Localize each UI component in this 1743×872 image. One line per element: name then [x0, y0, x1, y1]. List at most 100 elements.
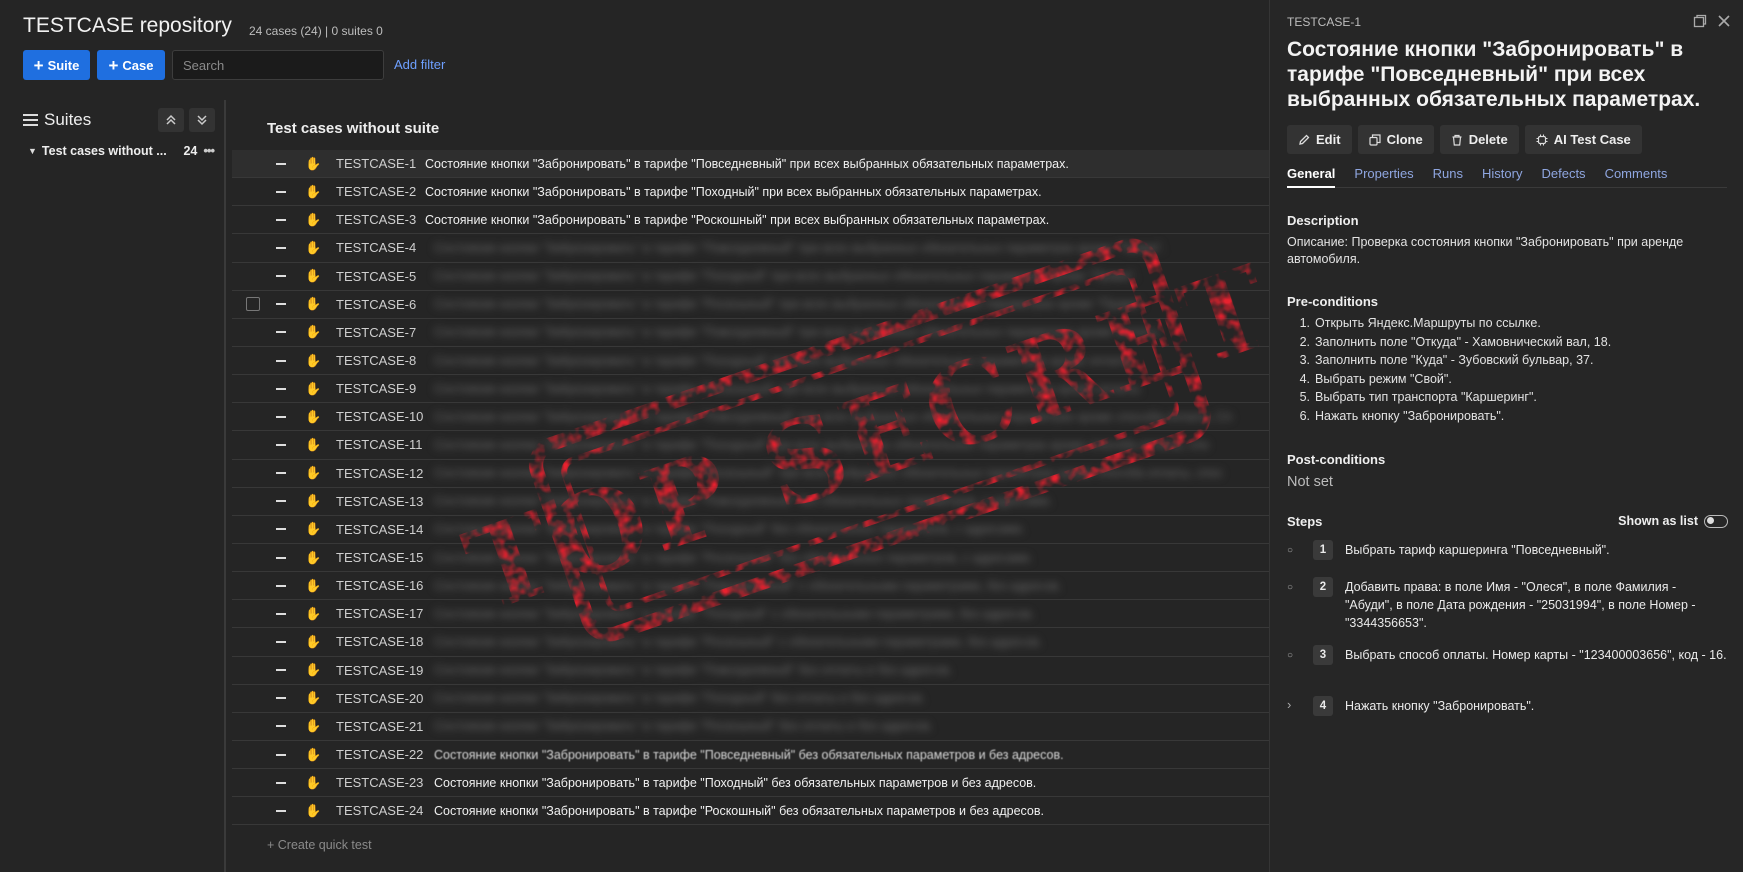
case-title[interactable]: Состояние кнопки "Забронировать" в тариф…	[434, 269, 1138, 283]
case-title[interactable]: Состояние кнопки "Забронировать" в тариф…	[434, 297, 1145, 311]
table-row[interactable]: ✋ TESTCASE-20 Состояние кнопки "Заброниров…	[232, 685, 1272, 713]
case-title[interactable]: Состояние кнопки "Забронировать" в тариф…	[434, 579, 1062, 593]
case-id: TESTCASE-18	[336, 634, 424, 650]
case-title[interactable]: Состояние кнопки "Забронировать" в тариф…	[434, 719, 933, 733]
case-title[interactable]: Состояние кнопки "Забронировать" в тариф…	[434, 325, 1162, 339]
ai-test-case-label: AI Test Case	[1553, 132, 1631, 147]
table-row[interactable]: ✋ TESTCASE-8 Состояние кнопки "Забронирова…	[232, 347, 1272, 376]
table-row[interactable]: ✋ TESTCASE-23 Состояние кнопки "Заброниров…	[232, 769, 1272, 798]
create-quick-test-link[interactable]: + Create quick test	[267, 838, 372, 852]
row-checkbox[interactable]	[246, 297, 260, 312]
add-suite-button[interactable]: + Suite	[23, 50, 90, 80]
table-row[interactable]: ✋ TESTCASE-5 Состояние кнопки "Забронирова…	[232, 263, 1272, 291]
step-item[interactable]: › 4 Нажать кнопку "Забронировать".	[1287, 695, 1727, 716]
case-title[interactable]: Состояние кнопки "Забронировать" в тариф…	[425, 213, 1049, 227]
edit-button[interactable]: Edit	[1287, 125, 1352, 154]
step-item[interactable]: ○ 3 Выбрать способ оплаты. Номер карты -…	[1287, 645, 1727, 665]
table-row[interactable]: ✋ TESTCASE-9 Состояние кнопки "Забронирова…	[232, 375, 1272, 404]
preconditions-list: 1. Открыть Яндекс.Маршруты по ссылке. 2. З…	[1287, 316, 1727, 428]
status-dash-icon	[276, 612, 286, 615]
tab-general[interactable]: General	[1287, 166, 1336, 188]
table-row[interactable]: ✋ TESTCASE-4 Состояние кнопки "Забронирова…	[232, 234, 1272, 263]
add-case-button[interactable]: + Case	[97, 50, 165, 80]
toggle-switch[interactable]	[1704, 514, 1728, 528]
case-title[interactable]: Состояние кнопки "Забронировать" в тариф…	[434, 382, 1143, 396]
shown-as-list-label: Shown as list	[1618, 514, 1698, 528]
table-row[interactable]: ✋ TESTCASE-10 Состояние кнопки "Заброниров…	[232, 403, 1272, 432]
add-filter-link[interactable]: Add filter	[394, 57, 445, 72]
step-item[interactable]: ○ 2 Добавить права: в поле Имя - "Олеся"…	[1287, 577, 1727, 632]
table-row[interactable]: ✋ TESTCASE-22 Состояние кнопки "Заброниров…	[232, 741, 1272, 770]
step-item[interactable]: ○ 1 Выбрать тариф каршеринга "Повседневн…	[1287, 540, 1727, 560]
tab-properties[interactable]: Properties	[1354, 166, 1413, 187]
table-row[interactable]: ✋ TESTCASE-1 Состояние кнопки "Забронирова…	[232, 150, 1272, 179]
tab-runs[interactable]: Runs	[1433, 166, 1463, 187]
tab-history[interactable]: History	[1482, 166, 1522, 187]
step-text: Выбрать тариф каршеринга "Повседневный".	[1345, 543, 1610, 557]
suite-tree-item[interactable]: ▼ Test cases without ... 24 •••	[28, 143, 215, 158]
plus-icon: +	[108, 55, 119, 75]
shown-as-list-toggle[interactable]: Shown as list	[1618, 514, 1728, 528]
add-case-label: Case	[122, 57, 154, 73]
table-row[interactable]: ✋ TESTCASE-3 Состояние кнопки "Забронирова…	[232, 206, 1272, 235]
case-title[interactable]: Состояние кнопки "Забронировать" в тариф…	[434, 438, 1209, 452]
more-icon[interactable]: •••	[203, 143, 215, 158]
table-row[interactable]: ✋ TESTCASE-19 Состояние кнопки "Заброниров…	[232, 657, 1272, 685]
expand-all-button[interactable]	[189, 108, 215, 132]
open-in-window-icon[interactable]	[1693, 14, 1707, 28]
case-title[interactable]: Состояние кнопки "Забронировать" в тариф…	[434, 522, 1025, 536]
case-id: TESTCASE-9	[336, 381, 417, 397]
table-row[interactable]: ✋ TESTCASE-16 Состояние кнопки "Заброниров…	[232, 572, 1272, 601]
tab-defects[interactable]: Defects	[1541, 166, 1585, 187]
manual-hand-icon: ✋	[305, 239, 322, 255]
case-title[interactable]: Состояние кнопки "Забронировать" в тариф…	[434, 466, 1223, 480]
case-title[interactable]: Состояние кнопки "Забронировать" в тариф…	[434, 607, 1034, 621]
detail-window-controls	[1693, 14, 1731, 28]
menu-icon[interactable]	[23, 114, 38, 126]
table-row[interactable]: ✋ TESTCASE-24 Состояние кнопки "Заброниров…	[232, 797, 1272, 826]
case-id: TESTCASE-23	[336, 775, 424, 791]
case-title[interactable]: Состояние кнопки "Забронировать" в тариф…	[434, 241, 1165, 255]
table-row[interactable]: ✋ TESTCASE-6 Состояние кнопки "Забронирова…	[232, 291, 1272, 319]
detail-tabs: General Properties Runs History Defects …	[1287, 166, 1727, 188]
table-row[interactable]: ✋ TESTCASE-2 Состояние кнопки "Забронирова…	[232, 178, 1272, 207]
case-title[interactable]: Состояние кнопки "Забронировать" в тариф…	[425, 185, 1042, 199]
collapse-all-button[interactable]	[158, 108, 184, 132]
case-title[interactable]: Состояние кнопки "Забронировать" в тариф…	[434, 410, 1232, 424]
detail-title: Состояние кнопки "Забронировать" в тариф…	[1287, 38, 1701, 111]
table-row[interactable]: ✋ TESTCASE-17 Состояние кнопки "Заброниров…	[232, 600, 1272, 629]
table-row[interactable]: ✋ TESTCASE-14 Состояние кнопки "Заброниров…	[232, 516, 1272, 544]
case-title[interactable]: Состояние кнопки "Забронировать" в тариф…	[425, 157, 1069, 171]
table-row[interactable]: ✋ TESTCASE-15 Состояние кнопки "Заброниров…	[232, 544, 1272, 573]
delete-button[interactable]: Delete	[1439, 125, 1519, 154]
case-title[interactable]: Состояние кнопки "Забронировать" в тариф…	[434, 551, 1033, 565]
case-title[interactable]: Состояние кнопки "Забронировать" в тариф…	[434, 748, 1064, 762]
panel-divider[interactable]	[224, 100, 226, 872]
case-title[interactable]: Состояние кнопки "Забронировать" в тариф…	[434, 691, 925, 705]
search-input[interactable]	[172, 50, 384, 80]
status-dash-icon	[276, 753, 286, 756]
clone-button[interactable]: Clone	[1357, 125, 1434, 154]
tab-comments[interactable]: Comments	[1605, 166, 1668, 187]
close-icon[interactable]	[1717, 14, 1731, 28]
chevron-right-icon[interactable]: ›	[1287, 695, 1305, 716]
table-row[interactable]: ✋ TESTCASE-11 Состояние кнопки "Заброниров…	[232, 431, 1272, 460]
table-row[interactable]: ✋ TESTCASE-13 Состояние кнопки "Заброниров…	[232, 488, 1272, 516]
delete-label: Delete	[1468, 132, 1508, 147]
case-title[interactable]: Состояние кнопки "Забронировать" в тариф…	[434, 494, 1052, 508]
case-id: TESTCASE-21	[336, 718, 424, 734]
table-row[interactable]: ✋ TESTCASE-7 Состояние кнопки "Забронирова…	[232, 319, 1272, 347]
ai-test-case-button[interactable]: AI Test Case	[1524, 125, 1642, 154]
case-title[interactable]: Состояние кнопки "Забронировать" в тариф…	[434, 354, 1135, 368]
caret-down-icon[interactable]: ▼	[28, 146, 37, 156]
case-title[interactable]: Состояние кнопки "Забронировать" в тариф…	[434, 776, 1036, 790]
case-title[interactable]: Состояние кнопки "Забронировать" в тариф…	[434, 663, 952, 677]
precondition-item: 6. Нажать кнопку "Забронировать".	[1287, 409, 1727, 428]
case-title[interactable]: Состояние кнопки "Забронировать" в тариф…	[434, 635, 1042, 649]
table-row[interactable]: ✋ TESTCASE-18 Состояние кнопки "Заброниров…	[232, 628, 1272, 657]
step-text: Нажать кнопку "Забронировать".	[1345, 699, 1535, 713]
table-row[interactable]: ✋ TESTCASE-12 Состояние кнопки "Заброниров…	[232, 460, 1272, 488]
table-row[interactable]: ✋ TESTCASE-21 Состояние кнопки "Заброниров…	[232, 713, 1272, 741]
case-title[interactable]: Состояние кнопки "Забронировать" в тариф…	[434, 804, 1044, 818]
manual-hand-icon: ✋	[305, 324, 322, 340]
